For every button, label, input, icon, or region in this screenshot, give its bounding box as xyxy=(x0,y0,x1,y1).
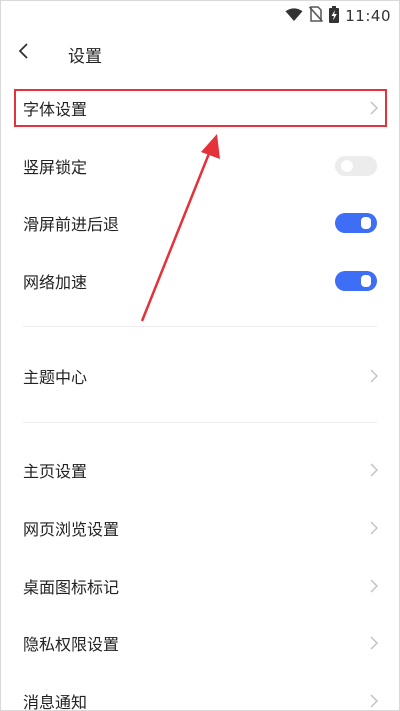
battery-charging-icon xyxy=(329,5,340,27)
section-divider xyxy=(23,422,377,423)
portrait-lock-label: 竖屏锁定 xyxy=(23,158,88,177)
swipe-navigation-label: 滑屏前进后退 xyxy=(23,215,120,234)
network-boost-row: 网络加速 xyxy=(1,257,399,305)
header: 设置 xyxy=(1,31,399,77)
section-divider xyxy=(23,326,377,327)
chevron-right-icon xyxy=(369,635,379,651)
chevron-right-icon xyxy=(369,368,379,384)
status-time: 11:40 xyxy=(345,7,391,25)
wifi-icon xyxy=(285,7,303,26)
browsing-settings-row[interactable]: 网页浏览设置 xyxy=(1,504,399,552)
toggle-knob xyxy=(361,275,371,287)
privacy-settings-label: 隐私权限设置 xyxy=(23,635,120,654)
chevron-left-icon xyxy=(17,42,29,64)
chevron-right-icon xyxy=(369,520,379,536)
portrait-lock-toggle[interactable] xyxy=(335,156,377,176)
browsing-settings-label: 网页浏览设置 xyxy=(23,520,120,539)
homepage-settings-label: 主页设置 xyxy=(23,462,88,481)
toggle-knob xyxy=(361,217,371,229)
network-boost-toggle[interactable] xyxy=(335,271,377,291)
network-boost-label: 网络加速 xyxy=(23,273,88,292)
page-title: 设置 xyxy=(68,47,102,67)
notifications-row[interactable]: 消息通知 xyxy=(1,677,399,711)
theme-center-row[interactable]: 主题中心 xyxy=(1,352,399,400)
desktop-icon-badge-label: 桌面图标标记 xyxy=(23,578,120,597)
no-sim-icon xyxy=(309,6,324,26)
chevron-right-icon xyxy=(369,693,379,709)
toggle-knob xyxy=(341,160,353,172)
notifications-label: 消息通知 xyxy=(23,693,88,711)
chevron-right-icon xyxy=(369,578,379,594)
swipe-navigation-toggle[interactable] xyxy=(335,213,377,233)
swipe-navigation-row: 滑屏前进后退 xyxy=(1,199,399,247)
font-settings-row[interactable]: 字体设置 xyxy=(1,84,399,132)
chevron-right-icon xyxy=(369,462,379,478)
theme-center-label: 主题中心 xyxy=(23,368,88,387)
homepage-settings-row[interactable]: 主页设置 xyxy=(1,446,399,494)
back-button[interactable] xyxy=(9,39,37,67)
privacy-settings-row[interactable]: 隐私权限设置 xyxy=(1,619,399,667)
status-icons: 11:40 xyxy=(285,5,391,27)
chevron-right-icon xyxy=(369,100,379,116)
settings-screen: 11:40 设置 字体设置 竖屏锁定 滑屏前进后退 网络加速 主题中心 主页设置… xyxy=(0,0,400,711)
status-bar: 11:40 xyxy=(1,1,399,31)
desktop-icon-badge-row[interactable]: 桌面图标标记 xyxy=(1,562,399,610)
font-settings-label: 字体设置 xyxy=(23,100,88,119)
portrait-lock-row: 竖屏锁定 xyxy=(1,142,399,190)
